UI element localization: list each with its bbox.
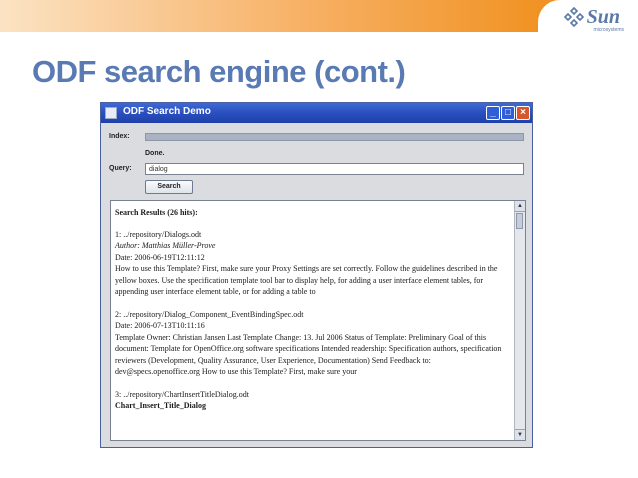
index-label: Index: [109,133,130,140]
result-snippet: Template Owner: Christian Jansen Last Te… [115,332,502,377]
sun-logo-subtext: microsystems [593,27,624,33]
result-snippet: How to use this Template? First, make su… [115,264,498,296]
search-results-text: Search Results (26 hits): 1: ../reposito… [115,207,513,423]
result-item: 1: ../repository/Dialogs.odt Author: Mat… [115,229,513,298]
result-bold-line: Chart_Insert_Title_Dialog [115,401,206,410]
sun-logo-text: Sun [586,6,620,28]
index-progress-bar [145,133,524,141]
minimize-button[interactable]: _ [486,106,500,120]
search-results-panel[interactable]: Search Results (26 hits): 1: ../reposito… [110,200,526,441]
odf-search-window: ODF Search Demo _ □ × Index: Done. Query… [100,102,533,448]
scroll-up-icon[interactable]: ▲ [515,201,525,212]
window-titlebar[interactable]: ODF Search Demo _ □ × [101,103,532,123]
results-header: Search Results (26 hits): [115,208,198,217]
result-item: 2: ../repository/Dialog_Component_EventB… [115,309,513,378]
result-path[interactable]: 2: ../repository/Dialog_Component_EventB… [115,309,513,321]
result-path[interactable]: 3: ../repository/ChartInsertTitleDialog.… [115,389,513,401]
scrollbar-thumb[interactable] [516,213,523,229]
result-path[interactable]: 1: ../repository/Dialogs.odt [115,229,513,241]
status-text: Done. [145,150,165,157]
query-label: Query: [109,165,132,172]
result-date: Date: 2006-07-13T10:11:16 [115,321,205,330]
query-input[interactable]: dialog [145,163,524,175]
result-item: 3: ../repository/ChartInsertTitleDialog.… [115,389,513,412]
search-button[interactable]: Search [145,180,193,194]
result-date: Date: 2006-06-19T12:11:12 [115,252,205,262]
index-progress-fill [146,134,523,140]
result-author: Author: Matthias Müller-Prove [115,241,216,250]
scroll-down-icon[interactable]: ▼ [515,429,525,440]
sun-logo: Sun [563,5,620,29]
window-title: ODF Search Demo [123,106,211,117]
header-accent-stripe [0,0,582,32]
slide-header-bar [0,0,638,32]
sun-logo-icon [563,7,584,27]
slide-title: ODF search engine (cont.) [32,54,406,89]
window-icon [105,107,117,119]
results-scrollbar[interactable]: ▲ ▼ [514,201,525,440]
close-button[interactable]: × [516,106,530,120]
maximize-button[interactable]: □ [501,106,515,120]
